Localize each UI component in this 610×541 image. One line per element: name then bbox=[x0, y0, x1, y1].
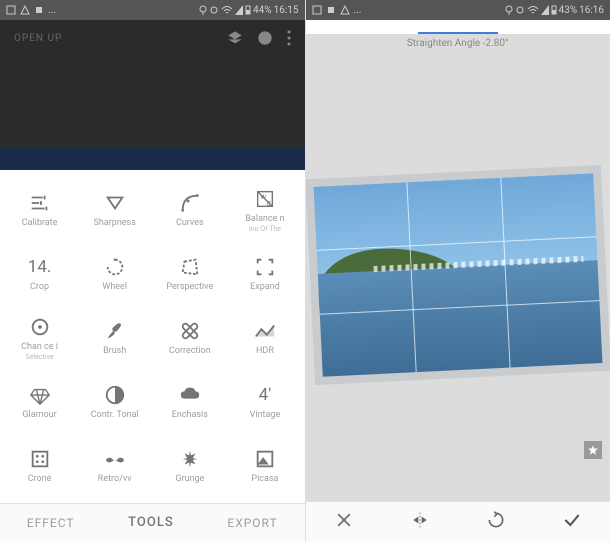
ruler-strip[interactable] bbox=[306, 20, 610, 34]
triangle-status-icon bbox=[340, 5, 350, 15]
square-status-icon bbox=[34, 5, 44, 15]
flip-icon bbox=[410, 510, 430, 530]
tool-perspective[interactable]: Perspective bbox=[152, 242, 227, 306]
tab-effect[interactable]: EFFECT bbox=[27, 516, 75, 530]
battery-pct: 44% bbox=[253, 5, 272, 16]
signal-icon bbox=[235, 5, 243, 15]
more-icon[interactable] bbox=[287, 30, 291, 46]
hdr-icon bbox=[254, 320, 276, 342]
gallery-status-icon bbox=[312, 5, 322, 15]
wifi-icon bbox=[221, 5, 233, 15]
expand-icon bbox=[254, 256, 276, 278]
tool-expand[interactable]: Expand bbox=[227, 242, 302, 306]
status-bar-right: ... 43% 16:16 bbox=[306, 0, 610, 20]
bottom-action-bar bbox=[306, 501, 610, 541]
tool-glamour[interactable]: Glamour bbox=[2, 370, 77, 434]
wifi-icon bbox=[527, 5, 539, 15]
gallery-status-icon bbox=[6, 5, 16, 15]
cloud-icon bbox=[179, 384, 201, 406]
crop-number-icon: 14. bbox=[28, 256, 52, 278]
straighten-angle-label: Straighten Angle -2.80° bbox=[407, 38, 509, 49]
tool-grainy[interactable]: Crone bbox=[2, 434, 77, 498]
tool-curves[interactable]: Curves bbox=[152, 178, 227, 242]
confirm-button[interactable] bbox=[562, 510, 582, 534]
app-header-dark: OPEN UP bbox=[0, 20, 305, 170]
bottom-tabs: EFFECT TOOLS EXPORT bbox=[0, 503, 305, 541]
square-status-icon bbox=[326, 5, 336, 15]
curve-icon bbox=[179, 192, 201, 214]
splat-icon bbox=[179, 448, 201, 470]
tool-wheel[interactable]: Wheel bbox=[77, 242, 152, 306]
diamond-icon bbox=[29, 384, 51, 406]
crop-grid-overlay bbox=[313, 173, 602, 376]
tool-correction[interactable]: Correction bbox=[152, 306, 227, 370]
sync-icon bbox=[515, 5, 525, 15]
clock: 16:16 bbox=[579, 5, 604, 16]
bookmark-button[interactable] bbox=[584, 441, 602, 459]
battery-icon bbox=[551, 5, 557, 15]
battery-icon bbox=[245, 5, 251, 15]
tool-hdr[interactable]: HDR bbox=[227, 306, 302, 370]
image-icon bbox=[254, 448, 276, 470]
tab-tools[interactable]: TOOLS bbox=[128, 515, 174, 530]
signal-icon bbox=[541, 5, 549, 15]
tool-drama[interactable]: Enchasis bbox=[152, 370, 227, 434]
tool-picture[interactable]: Picasa bbox=[227, 434, 302, 498]
location-icon bbox=[505, 5, 513, 15]
tab-export[interactable]: EXPORT bbox=[227, 516, 277, 530]
rotate-button[interactable] bbox=[486, 510, 506, 534]
star-icon bbox=[587, 444, 599, 456]
status-ellipsis: ... bbox=[354, 5, 362, 16]
rotate-cw-icon bbox=[486, 510, 506, 530]
tool-calibrate[interactable]: Calibrate bbox=[2, 178, 77, 242]
info-icon[interactable] bbox=[257, 30, 273, 46]
status-ellipsis: ... bbox=[48, 5, 56, 16]
tool-balance[interactable]: WB Balance n Ino Of The bbox=[227, 178, 302, 242]
triangle-down-icon bbox=[104, 192, 126, 214]
check-icon bbox=[562, 510, 582, 530]
tool-sharpness[interactable]: Sharpness bbox=[77, 178, 152, 242]
layers-icon[interactable] bbox=[227, 30, 243, 46]
mustache-icon bbox=[104, 448, 126, 470]
header-title: OPEN UP bbox=[14, 33, 62, 44]
image-strip bbox=[0, 148, 305, 170]
location-icon bbox=[199, 5, 207, 15]
sliders-icon bbox=[29, 192, 51, 214]
tool-tonal[interactable]: Contr. Tonal bbox=[77, 370, 152, 434]
svg-text:W: W bbox=[260, 193, 266, 201]
tools-grid: Calibrate Sharpness Curves WB Balance n … bbox=[0, 170, 305, 503]
svg-text:B: B bbox=[267, 199, 271, 207]
perspective-icon bbox=[179, 256, 201, 278]
tool-crop[interactable]: 14. Crop bbox=[2, 242, 77, 306]
bandage-icon bbox=[179, 320, 201, 342]
sync-icon bbox=[209, 5, 219, 15]
contrast-icon bbox=[104, 384, 126, 406]
photo-canvas[interactable] bbox=[313, 173, 602, 376]
rotate-icon bbox=[104, 256, 126, 278]
vintage-number-icon: 4' bbox=[259, 384, 272, 406]
status-bar-left: ... 44% 16:15 bbox=[0, 0, 305, 20]
clock: 16:15 bbox=[274, 5, 299, 16]
wb-icon: WB bbox=[254, 188, 276, 210]
dice-icon bbox=[29, 448, 51, 470]
close-button[interactable] bbox=[334, 510, 354, 534]
tool-grunge[interactable]: Grunge bbox=[152, 434, 227, 498]
tool-vintage[interactable]: 4' Vintage bbox=[227, 370, 302, 434]
tool-selective[interactable]: Chan ce i Selective bbox=[2, 306, 77, 370]
photo-canvas-area[interactable] bbox=[306, 49, 610, 501]
angle-value: -2.80° bbox=[483, 38, 509, 49]
flip-button[interactable] bbox=[410, 510, 430, 534]
tool-brush[interactable]: Brush bbox=[77, 306, 152, 370]
triangle-status-icon bbox=[20, 5, 30, 15]
battery-pct: 43% bbox=[559, 5, 578, 16]
tool-retrolux[interactable]: Retro/vv bbox=[77, 434, 152, 498]
target-icon bbox=[29, 316, 51, 338]
brush-icon bbox=[104, 320, 126, 342]
close-icon bbox=[334, 510, 354, 530]
